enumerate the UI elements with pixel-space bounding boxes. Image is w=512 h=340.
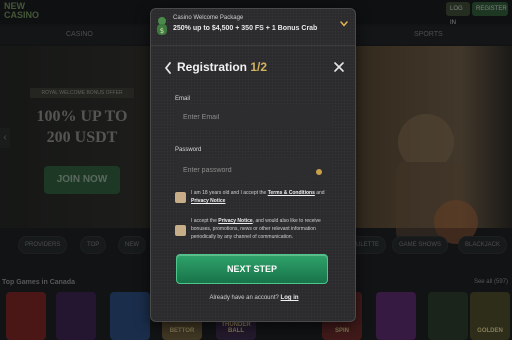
password-field[interactable]: [175, 158, 331, 182]
promo-divider: [151, 45, 355, 46]
marketing-checkbox[interactable]: [175, 225, 186, 236]
promo-offer: 250% up to $4,500 + 350 FS + 1 Bonus Cra…: [173, 25, 318, 32]
registration-title: Registration 1/2: [177, 60, 267, 74]
login-prompt: Already have an account? Log in: [209, 295, 299, 301]
terms-consent-row: I am 18 years old and I accept the Terms…: [175, 189, 339, 213]
money-bag-icon: $: [157, 17, 167, 35]
registration-title-text: Registration: [177, 60, 248, 74]
password-visibility-icon[interactable]: [316, 169, 322, 175]
welcome-promo-banner[interactable]: $ Casino Welcome Package 250% up to $4,5…: [151, 9, 355, 43]
marketing-consent-text: I accept the Privacy Notice, and would a…: [191, 218, 321, 240]
login-link[interactable]: Log in: [281, 295, 299, 301]
promo-title: Casino Welcome Package: [173, 15, 244, 21]
terms-conditions-link[interactable]: Terms & Conditions: [268, 190, 315, 196]
chevron-down-icon[interactable]: [339, 19, 349, 29]
back-arrow-icon[interactable]: [163, 61, 173, 75]
marketing-consent-row: I accept the Privacy Notice, and would a…: [175, 217, 339, 249]
email-label: Email: [175, 96, 191, 102]
email-field[interactable]: [175, 105, 331, 129]
registration-modal: $ Casino Welcome Package 250% up to $4,5…: [150, 8, 356, 322]
password-label: Password: [175, 147, 202, 153]
svg-text:$: $: [160, 27, 164, 35]
privacy-notice-link[interactable]: Privacy Notice: [218, 218, 252, 224]
next-step-button[interactable]: NEXT STEP: [176, 254, 328, 284]
close-icon[interactable]: [333, 61, 345, 73]
terms-consent-text: I am 18 years old and I accept the Terms…: [191, 190, 325, 204]
privacy-notice-link[interactable]: Privacy Notice: [191, 198, 225, 204]
registration-step-indicator: 1/2: [250, 60, 268, 74]
terms-checkbox[interactable]: [175, 192, 186, 203]
